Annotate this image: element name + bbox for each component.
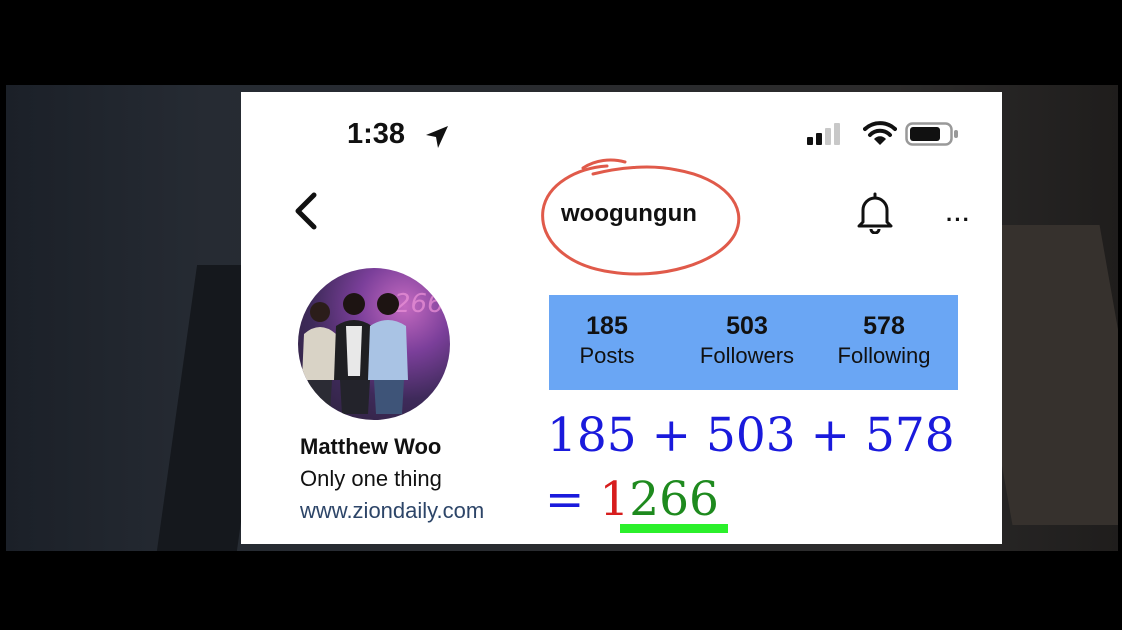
battery-icon: [905, 121, 959, 152]
stat-number: 185: [586, 312, 628, 340]
profile-website-link[interactable]: www.ziondaily.com: [300, 498, 484, 524]
profile-avatar[interactable]: 266: [298, 268, 450, 420]
profile-name: Matthew Woo: [300, 434, 442, 459]
result-first-digit: 1: [599, 472, 630, 527]
avatar-photo: 266: [302, 289, 444, 414]
sum-result: = 1266: [545, 472, 719, 527]
chevron-left-icon: [295, 192, 317, 230]
stat-posts[interactable]: 185 Posts: [565, 311, 649, 371]
stat-followers[interactable]: 503 Followers: [687, 311, 807, 371]
sum-equation: 185 + 503 + 578: [547, 408, 955, 463]
profile-bio: Only one thing: [300, 466, 442, 491]
stat-label: Followers: [699, 343, 795, 368]
more-options-button[interactable]: ···: [946, 207, 971, 233]
stat-number: 578: [863, 312, 905, 340]
stat-label: Posts: [579, 343, 635, 368]
svg-text:266: 266: [394, 289, 444, 319]
profile-screenshot: 1:38 woogungun ··· 266 185 Posts 503 Fol…: [241, 92, 1002, 544]
notifications-button[interactable]: [855, 190, 895, 239]
cellular-signal-icon: [807, 122, 847, 151]
back-button[interactable]: [293, 192, 319, 235]
location-arrow-icon: [424, 124, 450, 155]
profile-stats: 185 Posts 503 Followers 578 Following: [549, 295, 958, 390]
stat-following[interactable]: 578 Following: [825, 311, 943, 371]
result-rest-digits: 266: [629, 472, 719, 527]
result-equals: =: [545, 472, 600, 527]
wifi-icon: [863, 120, 897, 151]
bell-icon: [857, 192, 893, 235]
profile-username: woogungun: [561, 200, 697, 227]
green-underline: [620, 524, 728, 533]
stat-label: Following: [837, 343, 931, 368]
status-time: 1:38: [347, 118, 406, 150]
stat-number: 503: [726, 312, 768, 340]
